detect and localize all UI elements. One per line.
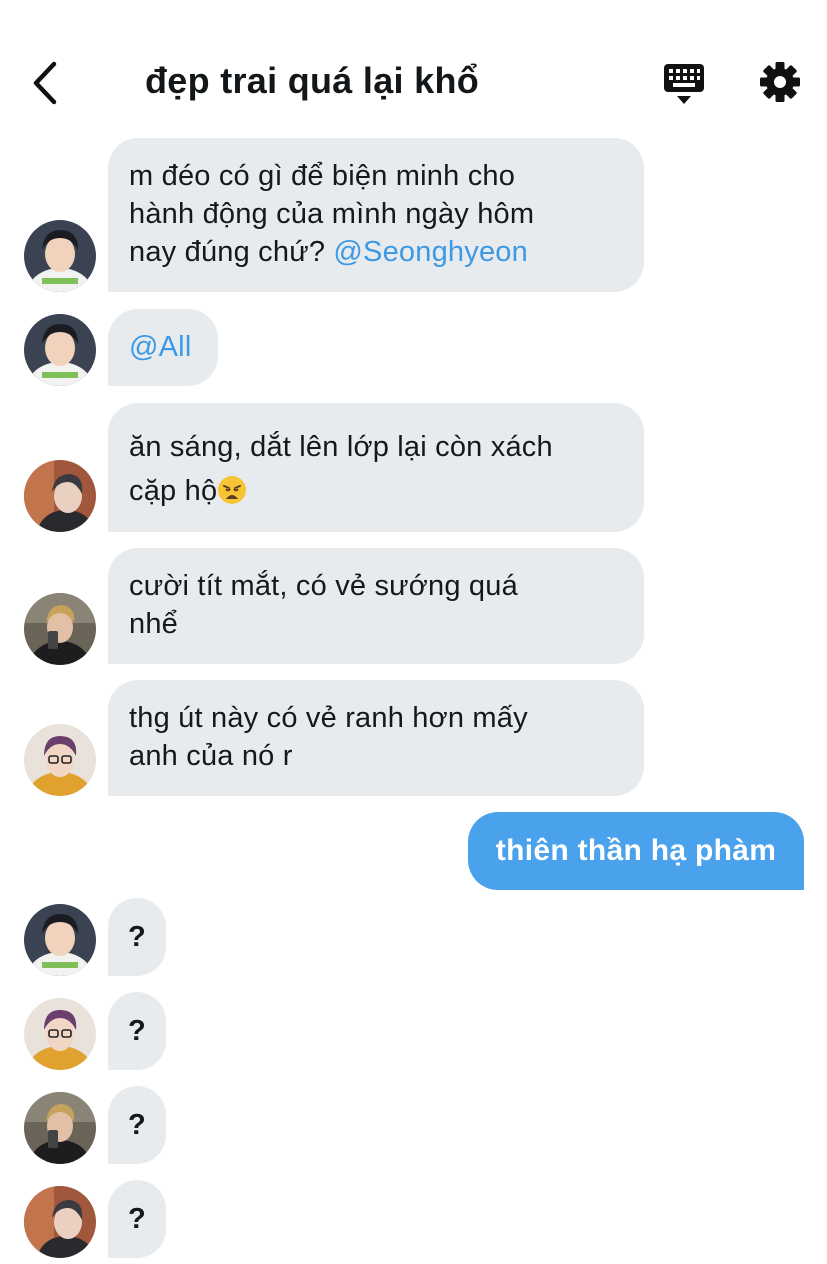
message-text: cặp hộ xyxy=(129,469,622,513)
mention-link[interactable]: @All xyxy=(129,331,191,363)
avatar-member-2 xyxy=(24,1186,96,1258)
keyboard-button[interactable] xyxy=(662,62,706,106)
avatar-member-1 xyxy=(24,314,96,386)
keyboard-icon xyxy=(664,64,704,104)
message-text: thg út này có vẻ ranh hơn mấy xyxy=(129,702,528,734)
message-text: hành động của mình ngày hôm xyxy=(129,198,535,230)
message-text: ? xyxy=(128,1203,146,1235)
message-bubble[interactable]: ? xyxy=(108,1180,166,1258)
message-bubble[interactable]: ? xyxy=(108,898,166,976)
avatar-member-1 xyxy=(24,904,96,976)
message-text: nay đúng chứ? @Seonghyeon xyxy=(129,233,622,271)
message-text: ăn sáng, dắt lên lớp lại còn xách xyxy=(129,431,553,463)
chat-header: đẹp trai quá lại khổ xyxy=(0,0,827,130)
message-text: ? xyxy=(128,1109,146,1141)
avatar-member-3 xyxy=(24,593,96,665)
avatar[interactable] xyxy=(24,724,96,796)
conversation-title: đẹp trai quá lại khổ xyxy=(145,60,480,101)
mention-link[interactable]: @Seonghyeon xyxy=(333,236,528,268)
avatar[interactable] xyxy=(24,998,96,1070)
message-bubble[interactable]: ? xyxy=(108,1086,166,1164)
message-text: m đéo có gì để biện minh cho xyxy=(129,160,516,192)
message-text: ? xyxy=(128,1015,146,1047)
avatar[interactable] xyxy=(24,314,96,386)
message-text: nhể xyxy=(129,608,178,640)
avatar[interactable] xyxy=(24,220,96,292)
message-bubble[interactable]: m đéo có gì để biện minh cho hành động c… xyxy=(108,138,644,292)
chevron-left-icon xyxy=(33,61,57,105)
message-bubble[interactable]: ăn sáng, dắt lên lớp lại còn xách cặp hộ xyxy=(108,403,644,532)
back-button[interactable] xyxy=(26,58,66,108)
outgoing-message-bubble[interactable]: thiên thần hạ phàm xyxy=(468,812,804,890)
avatar-member-4 xyxy=(24,724,96,796)
message-text: cười tít mắt, có vẻ sướng quá xyxy=(129,570,518,602)
gear-icon xyxy=(760,62,800,102)
avatar-member-3 xyxy=(24,1092,96,1164)
message-bubble[interactable]: thg út này có vẻ ranh hơn mấy anh của nó… xyxy=(108,680,644,796)
avatar-member-4 xyxy=(24,998,96,1070)
message-text: nay đúng chứ? xyxy=(129,236,326,268)
message-text: anh của nó r xyxy=(129,740,293,772)
settings-button[interactable] xyxy=(758,60,802,104)
message-bubble[interactable]: ? xyxy=(108,992,166,1070)
avatar[interactable] xyxy=(24,904,96,976)
message-text: thiên thần hạ phàm xyxy=(495,834,777,867)
avatar[interactable] xyxy=(24,593,96,665)
message-bubble[interactable]: cười tít mắt, có vẻ sướng quá nhể xyxy=(108,548,644,664)
avatar[interactable] xyxy=(24,1186,96,1258)
message-text: ? xyxy=(128,921,146,953)
avatar[interactable] xyxy=(24,1092,96,1164)
message-text: cặp hộ xyxy=(129,475,218,507)
message-bubble[interactable]: @All xyxy=(108,309,218,386)
avatar-member-2 xyxy=(24,460,96,532)
avatar-member-1 xyxy=(24,220,96,292)
weary-face-emoji xyxy=(218,476,247,504)
avatar[interactable] xyxy=(24,460,96,532)
